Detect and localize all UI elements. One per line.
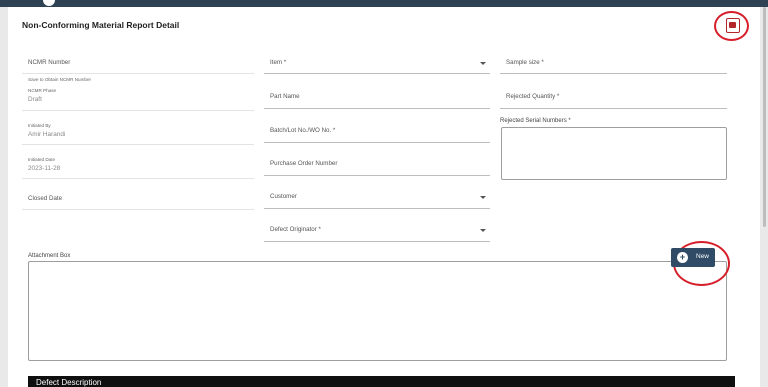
scrollbar[interactable] bbox=[763, 7, 766, 227]
app-logo bbox=[43, 0, 55, 6]
purchase-order-field[interactable]: Purchase Order Number bbox=[264, 151, 490, 176]
batch-lot-field[interactable]: Batch/Lot No./WO No. * bbox=[264, 117, 490, 143]
ncmr-phase-field: NCMR Phase Draft bbox=[22, 85, 254, 111]
sample-size-field[interactable]: Sample size * bbox=[500, 50, 727, 74]
highlight-circle-pdf bbox=[714, 11, 749, 41]
initiated-date-value: 2023-11-28 bbox=[28, 165, 61, 172]
initiated-by-label: Initiated By bbox=[28, 123, 51, 128]
chevron-down-icon bbox=[480, 229, 486, 232]
attachment-box-label: Attachment Box bbox=[28, 253, 71, 259]
item-label: Item * bbox=[270, 59, 287, 66]
part-name-field[interactable]: Part Name bbox=[264, 84, 490, 109]
defect-originator-label: Defect Originator * bbox=[270, 226, 321, 233]
part-name-label: Part Name bbox=[270, 93, 300, 100]
chevron-down-icon bbox=[480, 61, 486, 65]
ncmr-phase-value: Draft bbox=[28, 96, 42, 103]
initiated-date-field: Initiated Date 2023-11-28 bbox=[22, 151, 254, 179]
sample-size-label: Sample size * bbox=[506, 59, 544, 66]
defect-originator-select[interactable]: Defect Originator * bbox=[264, 217, 490, 242]
ncmr-number-label: NCMR Number bbox=[28, 59, 71, 66]
rejected-quantity-label: Rejected Quantity * bbox=[506, 93, 560, 100]
page-title: Non-Conforming Material Report Detail bbox=[22, 20, 180, 30]
purchase-order-label: Purchase Order Number bbox=[270, 160, 338, 167]
new-button-label: New bbox=[696, 253, 710, 260]
chevron-down-icon bbox=[480, 196, 486, 199]
rejected-quantity-field[interactable]: Rejected Quantity * bbox=[500, 84, 727, 109]
rejected-serial-numbers-label: Rejected Serial Numbers * bbox=[500, 118, 571, 124]
plus-circle-icon: + bbox=[677, 252, 688, 263]
customer-label: Customer bbox=[270, 193, 297, 200]
rejected-serial-numbers-textarea[interactable] bbox=[501, 127, 727, 180]
customer-select[interactable]: Customer bbox=[264, 184, 490, 209]
ncmr-number-hint: Save to Obtain NCMR Number bbox=[28, 77, 92, 82]
closed-date-label: Closed Date bbox=[28, 195, 63, 202]
ncmr-phase-label: NCMR Phase bbox=[28, 88, 57, 93]
batch-lot-label: Batch/Lot No./WO No. * bbox=[270, 127, 336, 134]
initiated-by-value: Amir Harandi bbox=[28, 131, 66, 138]
closed-date-field[interactable]: Closed Date bbox=[22, 187, 254, 210]
initiated-date-label: Initiated Date bbox=[28, 157, 56, 162]
defect-description-header: Defect Description bbox=[28, 376, 735, 387]
item-select[interactable]: Item * bbox=[264, 50, 490, 74]
new-attachment-button[interactable]: + New bbox=[671, 248, 715, 267]
initiated-by-field: Initiated By Amir Harandi bbox=[22, 117, 254, 145]
attachment-box[interactable] bbox=[28, 261, 727, 361]
ncmr-number-field[interactable]: NCMR Number bbox=[22, 50, 254, 74]
top-app-bar bbox=[0, 0, 768, 7]
report-card: Non-Conforming Material Report Detail NC… bbox=[8, 7, 760, 387]
